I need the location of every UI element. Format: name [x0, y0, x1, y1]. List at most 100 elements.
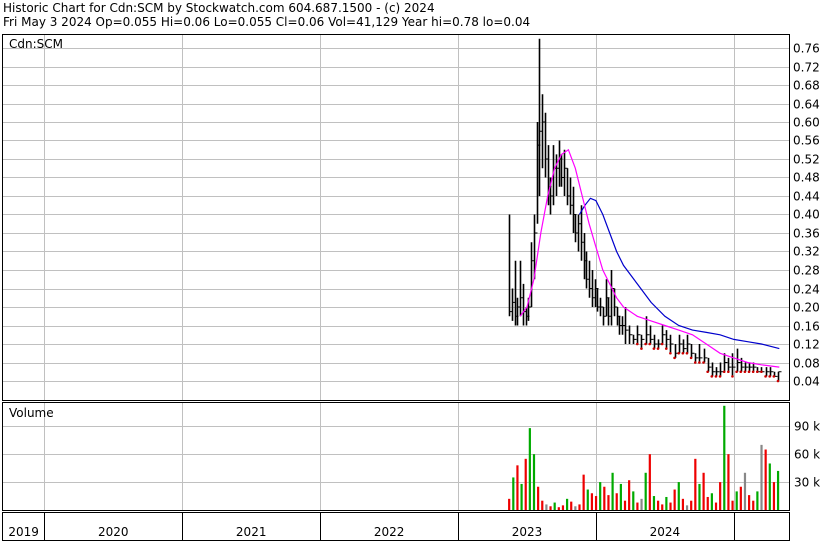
volume-bar: [756, 491, 759, 510]
volume-bar: [648, 454, 651, 510]
volume-tick-label: 90 k: [794, 420, 820, 434]
volume-bar: [681, 498, 685, 510]
price-tick-label: 0.16: [793, 320, 820, 334]
price-tick-label: 0.20: [793, 301, 820, 315]
volume-bar: [553, 502, 556, 510]
volume-bar: [657, 500, 660, 510]
price-tick-label: 0.28: [793, 264, 820, 278]
low-marker: [718, 375, 722, 378]
volume-bar: [607, 495, 610, 510]
low-marker: [677, 351, 680, 355]
low-marker: [731, 375, 734, 378]
low-marker: [739, 370, 743, 374]
volume-bar: [661, 504, 664, 510]
volume-panel-title: Volume: [9, 406, 54, 420]
volume-bar: [565, 498, 569, 510]
price-tick-label: 0.04: [793, 375, 820, 389]
volume-bar: [520, 483, 523, 510]
low-marker: [673, 356, 676, 360]
volume-grid: [3, 403, 789, 510]
low-marker: [747, 370, 751, 374]
volume-bar: [698, 483, 701, 510]
volume-bar: [735, 491, 738, 510]
volume-bar: [508, 498, 511, 510]
year-tick-label: 2023: [512, 525, 543, 539]
volume-bar: [772, 482, 776, 510]
price-tick-label: 0.12: [793, 338, 820, 352]
low-marker: [755, 370, 759, 374]
low-marker: [660, 342, 664, 346]
low-marker: [681, 351, 685, 355]
low-marker: [760, 370, 763, 374]
price-panel-frame: [2, 34, 790, 401]
volume-bar: [574, 506, 577, 510]
price-tick-label: 0.36: [793, 227, 820, 241]
year-tick-label: 2022: [374, 525, 405, 539]
volume-tick-label: 30 k: [794, 476, 820, 490]
price-tick-label: 0.68: [793, 79, 820, 93]
volume-axis: 30 k 60 k 90 k: [794, 420, 820, 490]
volume-bar: [644, 472, 647, 510]
price-tick-label: 0.48: [793, 171, 820, 185]
volume-bars: [508, 405, 780, 510]
price-axis: 0.04 0.08 0.12 0.16 0.20 0.24 0.28 0.32 0.36 0.40…: [793, 42, 820, 389]
volume-bar: [611, 472, 614, 510]
volume-bar: [570, 501, 573, 510]
low-marker: [714, 375, 718, 378]
volume-bar: [590, 493, 594, 510]
volume-bar: [636, 502, 639, 510]
volume-bar: [532, 454, 536, 510]
low-marker: [652, 347, 656, 350]
year-tick-label: 2021: [236, 525, 267, 539]
volume-bar: [541, 500, 544, 510]
price-tick-label: 0.52: [793, 153, 820, 167]
volume-bar: [619, 483, 622, 510]
low-marker: [698, 361, 701, 364]
price-tick-label: 0.44: [793, 190, 820, 204]
price-tick-label: 0.32: [793, 245, 820, 259]
volume-bar: [694, 458, 697, 510]
low-marker: [685, 351, 689, 355]
volume-bar: [752, 500, 755, 510]
volume-bar: [739, 486, 742, 510]
price-tick-label: 0.08: [793, 357, 820, 371]
volume-bar: [702, 472, 705, 510]
volume-bar: [516, 465, 519, 510]
stock-chart: 0.04 0.08 0.12 0.16 0.20 0.24 0.28 0.32 0.36 0.40…: [2, 34, 820, 541]
volume-bar: [599, 482, 602, 510]
low-marker: [772, 375, 776, 378]
low-marker: [764, 375, 767, 378]
year-tick-label: 2020: [98, 525, 129, 539]
volume-bar: [673, 489, 676, 510]
volume-bar: [528, 428, 531, 510]
price-tick-label: 0.76: [793, 42, 820, 56]
price-bars: [508, 38, 782, 381]
volume-panel-frame: [2, 402, 790, 511]
volume-bar: [582, 474, 585, 510]
low-marker: [656, 347, 660, 350]
price-tick-label: 0.56: [793, 134, 820, 148]
low-marker: [768, 375, 771, 378]
volume-bar: [524, 458, 527, 510]
volume-bar: [764, 449, 767, 510]
volume-bar: [549, 506, 552, 510]
low-markers: [636, 342, 780, 383]
low-marker: [669, 351, 672, 355]
price-tick-label: 0.72: [793, 61, 820, 75]
price-panel-title: Cdn:SCM: [9, 37, 63, 51]
volume-bar: [710, 493, 713, 510]
year-tick-label: 2019: [8, 525, 39, 539]
volume-bar: [594, 496, 598, 510]
volume-bar: [727, 454, 730, 510]
volume-bar: [731, 500, 734, 510]
volume-bar: [714, 502, 718, 510]
low-marker: [693, 361, 697, 364]
price-tick-label: 0.24: [793, 283, 820, 297]
low-marker: [689, 356, 693, 360]
volume-bar: [561, 505, 565, 510]
volume-bar: [677, 482, 680, 510]
low-marker: [743, 370, 747, 374]
year-axis: 2019 2020 2021 2022 2023 2024: [8, 513, 735, 540]
volume-bar: [723, 405, 726, 510]
volume-bar: [632, 491, 635, 510]
